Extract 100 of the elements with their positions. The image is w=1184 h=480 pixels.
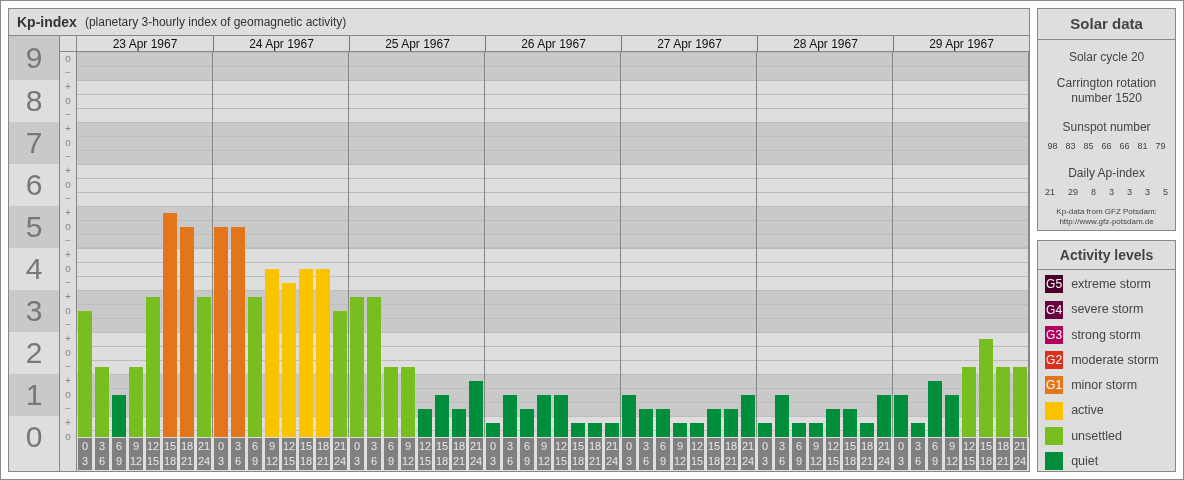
hour-label: 15 18 (571, 438, 585, 470)
tick-label: + (65, 124, 71, 134)
hour-label: 21 24 (741, 438, 755, 470)
source-note: Kp-data from GFZ Potsdam: (1056, 207, 1157, 217)
source-url: http://www.gfz-potsdam.de (1059, 217, 1154, 227)
tick-label: o (65, 264, 71, 274)
legend-label: quiet (1071, 452, 1099, 470)
g-scale-badge: G5 (1045, 275, 1064, 294)
g-scale-badge: G3 (1045, 325, 1064, 344)
legend-label: extreme storm (1071, 276, 1151, 293)
hour-label: 12 15 (690, 438, 704, 470)
tick-label: + (65, 82, 71, 92)
hour-label: 12 15 (282, 438, 296, 470)
hour-label: 21 24 (605, 438, 619, 470)
ap-index: 21 (1045, 185, 1055, 199)
tick-label: − (65, 110, 71, 120)
panel-title: Activity levels (1059, 245, 1154, 265)
hour-label: 3 6 (775, 438, 789, 470)
legend-label: minor storm (1071, 377, 1138, 394)
sunspot-number: 85 (1083, 140, 1094, 153)
day-label: 23 Apr 1967 (112, 37, 178, 50)
hour-label: 0 3 (758, 438, 772, 470)
tick-label: + (65, 166, 71, 176)
day-label: 29 Apr 1967 (929, 37, 994, 50)
kp-scale-label: 8 (25, 86, 43, 116)
hour-label: 18 21 (316, 438, 330, 470)
hour-label: 0 3 (894, 438, 908, 470)
day-label: 25 Apr 1967 (385, 37, 450, 50)
tick-label: o (65, 348, 71, 358)
sunspot-number: 83 (1065, 140, 1076, 153)
legend-label: unsettled (1071, 427, 1122, 445)
kp-scale-label: 3 (25, 296, 43, 326)
tick-label: − (65, 404, 71, 414)
hour-label: 9 12 (129, 438, 143, 470)
tick-label: + (65, 334, 71, 344)
panel-title: Solar data (1070, 13, 1143, 34)
hour-label: 21 24 (877, 438, 891, 470)
hour-label: 15 18 (707, 438, 721, 470)
g-scale-badge: G4 (1045, 300, 1064, 319)
legend-label: strong storm (1071, 326, 1141, 344)
sunspot-number: 81 (1137, 140, 1148, 153)
sunspot-number: 66 (1101, 140, 1112, 153)
hour-label: 6 9 (248, 438, 262, 470)
ap-index: 5 (1163, 185, 1169, 199)
hour-label: 12 15 (826, 438, 840, 470)
day-label: 28 Apr 1967 (793, 37, 858, 50)
ap-index: 8 (1091, 185, 1097, 199)
sunspot-heading: Sunspot number (1062, 119, 1151, 136)
kp-scale-label: 9 (25, 43, 43, 73)
tick-label: o (65, 96, 71, 106)
tick-label: + (65, 376, 71, 386)
hour-label: 6 9 (112, 438, 126, 470)
g-scale-badge: G2 (1045, 351, 1064, 370)
hour-label: 9 12 (265, 438, 279, 470)
day-label: 24 Apr 1967 (249, 37, 314, 50)
ap-index: 3 (1127, 185, 1133, 199)
kp-scale-label: 5 (25, 212, 43, 242)
hour-label: 0 3 (214, 438, 228, 470)
hour-label: 3 6 (231, 438, 245, 470)
day-label: 26 Apr 1967 (521, 37, 586, 50)
tick-label: − (65, 68, 71, 78)
ap-heading: Daily Ap-index (1068, 164, 1145, 182)
hour-label: 18 21 (452, 438, 466, 470)
hour-label: 6 9 (656, 438, 670, 470)
chart-title: Kp-index (17, 12, 77, 32)
hour-label: 18 21 (860, 438, 874, 470)
hour-label: 12 15 (554, 438, 568, 470)
hour-label: 9 12 (537, 438, 551, 470)
ap-index: 3 (1145, 185, 1151, 199)
tick-label: − (65, 194, 71, 204)
tick-label: − (65, 152, 71, 162)
tick-label: o (65, 306, 71, 316)
ap-index: 3 (1109, 185, 1115, 199)
tick-label: + (65, 250, 71, 260)
hour-label: 9 12 (673, 438, 687, 470)
sunspot-number: 79 (1155, 140, 1166, 153)
hour-label: 6 9 (928, 438, 942, 470)
kp-scale-label: 1 (25, 380, 43, 410)
hour-label: 15 18 (979, 438, 993, 470)
hour-label: 0 3 (350, 438, 364, 470)
hour-label: 3 6 (503, 438, 517, 470)
carrington-rotation: Carrington rotation number 1520 (1055, 76, 1158, 106)
tick-label: − (65, 320, 71, 330)
g-scale-badge: G1 (1045, 376, 1064, 395)
hour-label: 0 3 (486, 438, 500, 470)
tick-label: + (65, 208, 71, 218)
kp-scale-label: 6 (25, 170, 43, 200)
hour-label: 6 9 (384, 438, 398, 470)
sunspot-number: 66 (1119, 140, 1130, 153)
day-label: 27 Apr 1967 (657, 37, 722, 50)
hour-label: 18 21 (724, 438, 738, 470)
hour-label: 15 18 (435, 438, 449, 470)
hour-label: 0 3 (78, 438, 92, 470)
hour-label: 0 3 (622, 438, 636, 470)
tick-label: − (65, 362, 71, 372)
hour-label: 15 18 (163, 438, 177, 470)
tick-label: − (65, 278, 71, 288)
tick-label: o (65, 390, 71, 400)
tick-label: o (65, 54, 71, 64)
chart-subtitle: (planetary 3-hourly index of geomagnetic activity) (84, 14, 347, 31)
